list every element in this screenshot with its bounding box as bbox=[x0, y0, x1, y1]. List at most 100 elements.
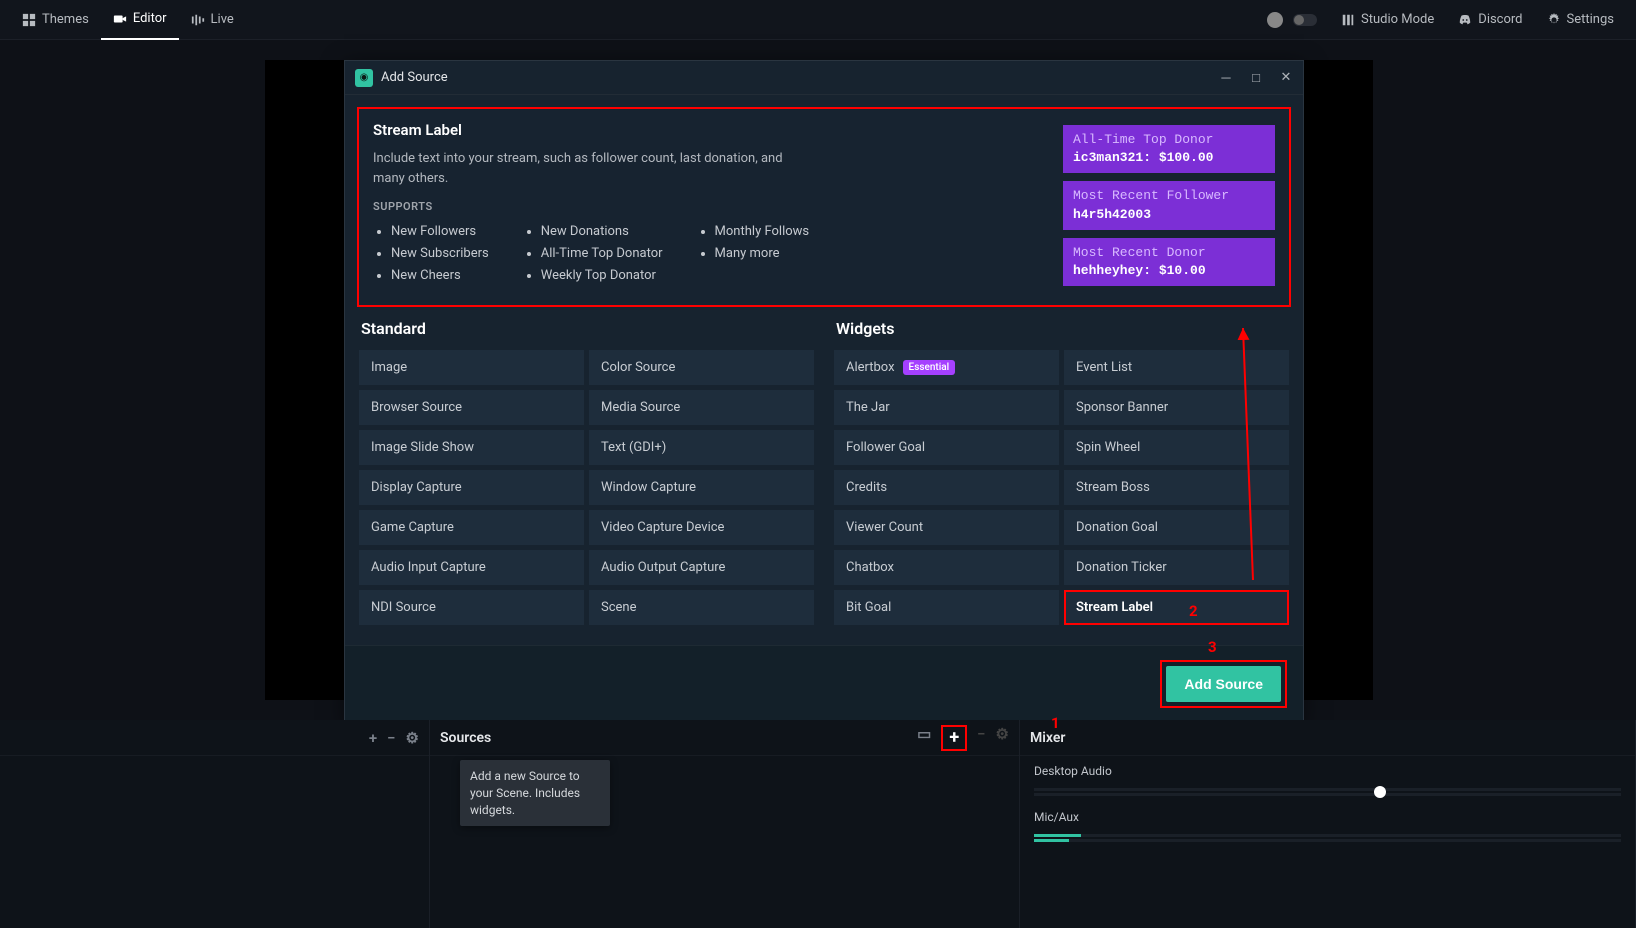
maximize-icon[interactable]: □ bbox=[1249, 70, 1263, 86]
source-item[interactable]: Stream Boss bbox=[1064, 470, 1289, 505]
folder-icon[interactable]: ▭ bbox=[917, 725, 931, 751]
nav-editor[interactable]: Editor bbox=[101, 0, 179, 40]
source-item[interactable]: NDI Source bbox=[359, 590, 584, 625]
source-item[interactable]: Window Capture bbox=[589, 470, 814, 505]
app-logo-icon: ◉ bbox=[355, 69, 373, 87]
source-item[interactable]: Donation Ticker bbox=[1064, 550, 1289, 585]
source-item[interactable]: Text (GDI+) bbox=[589, 430, 814, 465]
panel-mixer: Mixer Desktop Audio Mic/Aux bbox=[1020, 720, 1636, 928]
source-item[interactable]: Display Capture bbox=[359, 470, 584, 505]
source-item[interactable]: Viewer Count bbox=[834, 510, 1059, 545]
category-title: Widgets bbox=[834, 319, 1289, 338]
mixer-label: Mic/Aux bbox=[1034, 810, 1621, 824]
panel-header: + − ⚙ bbox=[0, 720, 429, 756]
modal-footer: Add Source bbox=[345, 645, 1303, 722]
essential-badge: Essential bbox=[903, 360, 956, 375]
user-toggle[interactable] bbox=[1255, 0, 1329, 40]
source-label: Alertbox bbox=[846, 360, 895, 375]
preview-line1: All-Time Top Donor bbox=[1073, 131, 1265, 149]
source-item[interactable]: Donation Goal bbox=[1064, 510, 1289, 545]
supports-item: New Donations bbox=[541, 221, 663, 243]
live-icon bbox=[191, 13, 205, 27]
plus-icon[interactable]: + bbox=[369, 729, 377, 747]
supports-item: New Cheers bbox=[391, 265, 489, 287]
volume-slider[interactable] bbox=[1034, 788, 1621, 796]
category-title: Standard bbox=[359, 319, 814, 338]
source-item[interactable]: Chatbox bbox=[834, 550, 1059, 585]
source-item-alertbox[interactable]: Alertbox Essential bbox=[834, 350, 1059, 385]
nav-themes[interactable]: Themes bbox=[10, 0, 101, 40]
source-item[interactable]: Color Source bbox=[589, 350, 814, 385]
slider-thumb[interactable] bbox=[1374, 786, 1386, 798]
source-item[interactable]: Credits bbox=[834, 470, 1059, 505]
volume-slider[interactable] bbox=[1034, 834, 1621, 842]
source-item[interactable]: Bit Goal bbox=[834, 590, 1059, 625]
source-item[interactable]: Follower Goal bbox=[834, 430, 1059, 465]
panel-header: Mixer bbox=[1020, 720, 1635, 756]
supports-item: New Subscribers bbox=[391, 243, 489, 265]
gear-icon bbox=[1547, 13, 1561, 27]
source-item-stream-label[interactable]: Stream Label bbox=[1064, 590, 1289, 625]
nav-discord[interactable]: Discord bbox=[1446, 0, 1534, 40]
supports-item: Many more bbox=[715, 243, 810, 265]
level-meter bbox=[1034, 834, 1081, 837]
panel-scenes: + − ⚙ bbox=[0, 720, 430, 928]
nav-live[interactable]: Live bbox=[179, 0, 246, 40]
source-item[interactable]: Game Capture bbox=[359, 510, 584, 545]
add-source-button[interactable]: Add Source bbox=[1166, 666, 1281, 702]
preview-card: All-Time Top Donoric3man321: $100.00 bbox=[1063, 125, 1275, 173]
gear-icon[interactable]: ⚙ bbox=[406, 729, 419, 747]
source-item[interactable]: Event List bbox=[1064, 350, 1289, 385]
bottom-panels: + − ⚙ Sources ▭ + − ⚙ Add a new Source t… bbox=[0, 720, 1636, 928]
source-item[interactable]: Video Capture Device bbox=[589, 510, 814, 545]
minus-icon[interactable]: − bbox=[977, 725, 985, 751]
camera-icon bbox=[113, 12, 127, 26]
source-item[interactable]: Sponsor Banner bbox=[1064, 390, 1289, 425]
panel-header: Sources ▭ + − ⚙ bbox=[430, 720, 1019, 756]
gear-icon[interactable]: ⚙ bbox=[996, 725, 1009, 751]
source-detail-panel: Stream Label Include text into your stre… bbox=[357, 107, 1291, 307]
columns-icon bbox=[1341, 13, 1355, 27]
preview-cards: All-Time Top Donoric3man321: $100.00 Most… bbox=[1063, 121, 1275, 287]
panel-sources: Sources ▭ + − ⚙ Add a new Source to your… bbox=[430, 720, 1020, 928]
annotation-1: 1 bbox=[1051, 714, 1060, 732]
add-source-modal: ◉ Add Source ─ □ ✕ Stream Label Include … bbox=[344, 60, 1304, 723]
add-source-icon[interactable]: + bbox=[941, 725, 967, 751]
tooltip: Add a new Source to your Scene. Includes… bbox=[460, 760, 610, 826]
mixer-label: Desktop Audio bbox=[1034, 764, 1621, 778]
preview-line2: h4r5h42003 bbox=[1073, 206, 1265, 224]
preview-card: Most Recent Donorhehheyhey: $10.00 bbox=[1063, 238, 1275, 286]
source-item[interactable]: Audio Output Capture bbox=[589, 550, 814, 585]
source-item[interactable]: Media Source bbox=[589, 390, 814, 425]
source-item[interactable]: Image bbox=[359, 350, 584, 385]
source-item[interactable]: Spin Wheel bbox=[1064, 430, 1289, 465]
preview-line2: ic3man321: $100.00 bbox=[1073, 149, 1265, 167]
minus-icon[interactable]: − bbox=[387, 729, 395, 747]
source-item[interactable]: Browser Source bbox=[359, 390, 584, 425]
minimize-icon[interactable]: ─ bbox=[1219, 70, 1233, 86]
annotation-3: 3 bbox=[1208, 638, 1217, 656]
close-icon[interactable]: ✕ bbox=[1279, 70, 1293, 86]
preview-line2: hehheyhey: $10.00 bbox=[1073, 262, 1265, 280]
source-item[interactable]: Image Slide Show bbox=[359, 430, 584, 465]
source-item[interactable]: Audio Input Capture bbox=[359, 550, 584, 585]
mixer-channel-desktop: Desktop Audio bbox=[1034, 764, 1621, 796]
nav-settings[interactable]: Settings bbox=[1535, 0, 1626, 40]
panel-title: Mixer bbox=[1030, 730, 1065, 746]
source-item[interactable]: Scene bbox=[589, 590, 814, 625]
nav-label: Discord bbox=[1478, 12, 1522, 27]
category-widgets: Widgets Alertbox EssentialEvent ListThe … bbox=[834, 319, 1289, 625]
nav-label: Editor bbox=[133, 11, 167, 26]
source-item[interactable]: The Jar bbox=[834, 390, 1059, 425]
top-navbar: Themes Editor Live Studio Mode bbox=[0, 0, 1636, 40]
toggle-icon bbox=[1293, 14, 1317, 26]
preview-line1: Most Recent Donor bbox=[1073, 244, 1265, 262]
source-categories: Standard ImageColor SourceBrowser Source… bbox=[345, 319, 1303, 645]
supports-columns: New FollowersNew SubscribersNew Cheers N… bbox=[373, 221, 1033, 287]
mixer-channel-mic: Mic/Aux bbox=[1034, 810, 1621, 842]
supports-item: Weekly Top Donator bbox=[541, 265, 663, 287]
nav-label: Studio Mode bbox=[1361, 12, 1434, 27]
supports-item: All-Time Top Donator bbox=[541, 243, 663, 265]
nav-studio-mode[interactable]: Studio Mode bbox=[1329, 0, 1446, 40]
supports-item: New Followers bbox=[391, 221, 489, 243]
